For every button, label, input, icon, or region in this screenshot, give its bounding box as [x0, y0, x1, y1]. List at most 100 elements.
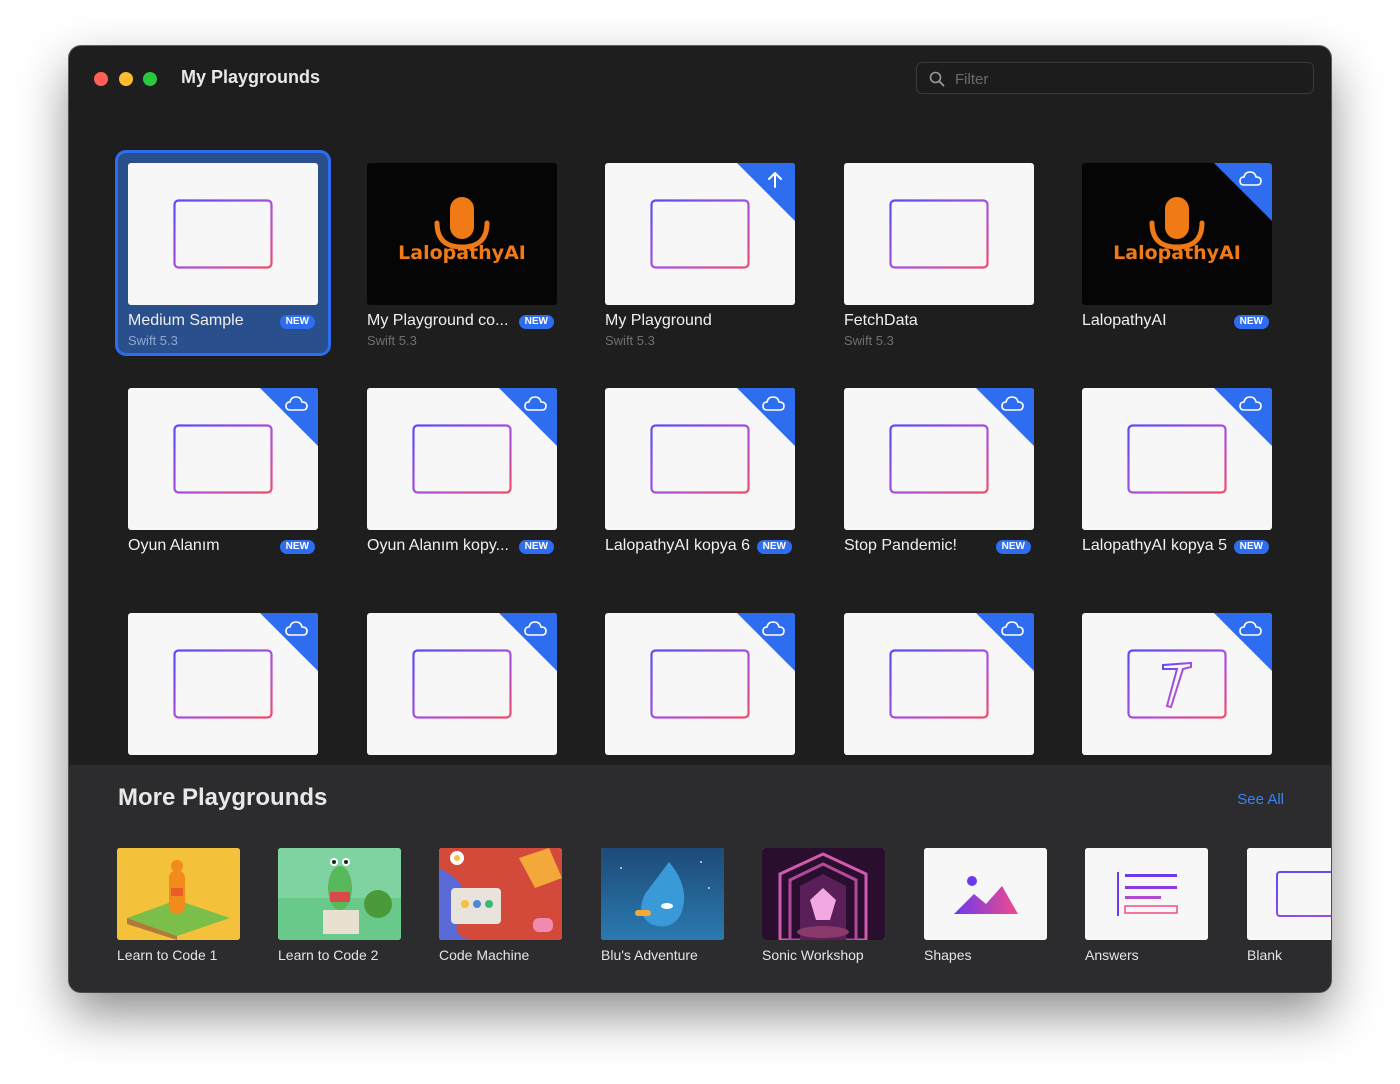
book-name: Code Machine [439, 947, 530, 963]
playground-name: Medium Sample [128, 312, 244, 329]
blank-art [1247, 848, 1331, 940]
playground-name: Stop Pandemic! [844, 537, 957, 554]
new-badge: NEW [279, 315, 315, 329]
playground-tile[interactable]: My Playground Swift 5.3 [605, 163, 795, 353]
book-cover[interactable] [278, 848, 401, 940]
playground-tile[interactable]: LalopathyAI kopya 5 NEW [1082, 388, 1272, 578]
book-cover[interactable] [762, 848, 885, 940]
playground-tile[interactable] [128, 613, 318, 765]
playgrounds-window: My Playgrounds Medium Sample Swift 5.3 NEW… [69, 46, 1331, 992]
frame-icon [412, 424, 512, 494]
playground-tile[interactable]: Oyun Alanım NEW [128, 388, 318, 578]
playground-tile[interactable]: LalopathyAI My Playground co... Swift 5.3… [367, 163, 557, 353]
new-badge: NEW [518, 315, 554, 329]
learn-to-code-1-art [117, 848, 240, 940]
playground-tile[interactable]: LalopathyAI LalopathyAI NEW [1082, 163, 1272, 353]
playground-thumbnail[interactable] [367, 388, 557, 530]
frame-icon [889, 424, 989, 494]
filter-input[interactable] [953, 67, 1297, 91]
book-name: Learn to Code 2 [278, 947, 379, 963]
playground-tile[interactable]: Stop Pandemic! NEW [844, 388, 1034, 578]
playground-thumbnail[interactable] [128, 613, 318, 755]
playground-thumbnail[interactable]: LalopathyAI [1082, 163, 1272, 305]
close-window-button[interactable] [94, 72, 108, 86]
window-title: My Playgrounds [181, 67, 321, 87]
playground-tile[interactable]: LalopathyAI kopya 6 NEW [605, 388, 795, 578]
zoom-window-button[interactable] [143, 72, 157, 86]
title-bar: My Playgrounds [69, 46, 1331, 112]
playground-thumbnail[interactable] [844, 163, 1034, 305]
new-badge: NEW [518, 540, 554, 554]
playground-thumbnail[interactable] [605, 163, 795, 305]
playground-name: LalopathyAI kopya 5 [1082, 537, 1227, 554]
book-name: Answers [1085, 947, 1139, 963]
playground-tile[interactable]: Oyun Alanım kopy... NEW [367, 388, 557, 578]
more-playground-item[interactable]: Blu's Adventure [601, 848, 724, 963]
playground-tile[interactable] [367, 613, 557, 765]
more-playground-item[interactable]: Learn to Code 1 [117, 848, 240, 963]
book-name: Sonic Workshop [762, 947, 864, 963]
playground-tile[interactable]: FetchData Swift 5.3 [844, 163, 1034, 353]
playground-name: My Playground [605, 312, 712, 329]
playground-thumbnail[interactable] [128, 388, 318, 530]
playground-thumbnail[interactable] [367, 613, 557, 755]
playground-tile[interactable] [844, 613, 1034, 765]
playground-swift-version: Swift 5.3 [844, 333, 894, 348]
frame-icon [650, 424, 750, 494]
playground-thumbnail[interactable] [1082, 388, 1272, 530]
new-badge: NEW [279, 540, 315, 554]
playground-name: My Playground co... [367, 312, 509, 329]
book-cover[interactable] [601, 848, 724, 940]
minimize-window-button[interactable] [119, 72, 133, 86]
see-all-link[interactable]: See All [1237, 791, 1284, 808]
more-playground-item[interactable]: Blank [1247, 848, 1331, 963]
book-cover[interactable] [117, 848, 240, 940]
book-name: Blu's Adventure [601, 947, 698, 963]
playground-tile[interactable]: Medium Sample Swift 5.3 NEW [118, 153, 328, 353]
more-playgrounds-title: More Playgrounds [118, 784, 328, 811]
filter-field[interactable] [916, 62, 1314, 94]
playground-thumbnail[interactable] [605, 388, 795, 530]
playground-swift-version: Swift 5.3 [128, 333, 178, 348]
lalopathyai-logo: LalopathyAI [398, 197, 526, 264]
book-cover[interactable] [924, 848, 1047, 940]
book-name: Learn to Code 1 [117, 947, 218, 963]
new-badge: NEW [995, 540, 1031, 554]
frame-icon [173, 649, 273, 719]
icloud-status-corner [737, 388, 795, 446]
playground-thumbnail[interactable] [1082, 613, 1272, 755]
frame-icon [1127, 424, 1227, 494]
playground-name: LalopathyAI [1082, 312, 1167, 329]
playground-grid: Medium Sample Swift 5.3 NEW LalopathyAI My… [69, 112, 1331, 765]
code-machine-art [439, 848, 562, 940]
playground-tile[interactable] [1082, 613, 1272, 765]
search-icon [929, 71, 945, 87]
new-badge: NEW [1233, 315, 1269, 329]
playground-tile[interactable] [605, 613, 795, 765]
frame-icon [889, 199, 989, 269]
book-cover[interactable] [1247, 848, 1331, 940]
icloud-status-corner [976, 388, 1034, 446]
new-badge: NEW [756, 540, 792, 554]
frame-icon [650, 199, 750, 269]
icloud-status-corner [260, 388, 318, 446]
playground-thumbnail[interactable]: LalopathyAI [367, 163, 557, 305]
book-cover[interactable] [1085, 848, 1208, 940]
book-name: Shapes [924, 947, 972, 963]
more-playground-item[interactable]: Sonic Workshop [762, 848, 885, 963]
icloud-status-corner [737, 613, 795, 671]
playground-thumbnail[interactable] [128, 163, 318, 305]
icloud-status-corner [976, 613, 1034, 671]
playground-thumbnail[interactable] [844, 613, 1034, 755]
book-cover[interactable] [439, 848, 562, 940]
playground-swift-version: Swift 5.3 [367, 333, 417, 348]
playground-thumbnail[interactable] [844, 388, 1034, 530]
frame-icon [650, 649, 750, 719]
playground-thumbnail[interactable] [605, 613, 795, 755]
more-playground-item[interactable]: Learn to Code 2 [278, 848, 401, 963]
more-playground-item[interactable]: Answers [1085, 848, 1208, 963]
more-playground-item[interactable]: Shapes [924, 848, 1047, 963]
more-playground-item[interactable]: Code Machine [439, 848, 562, 963]
book-name: Blank [1247, 947, 1283, 963]
more-playgrounds-section: More Playgrounds See All Learn to Code 1… [69, 765, 1331, 992]
